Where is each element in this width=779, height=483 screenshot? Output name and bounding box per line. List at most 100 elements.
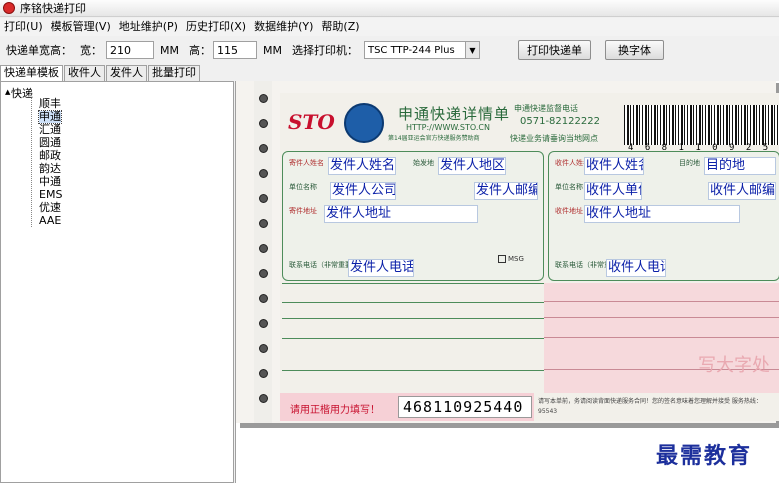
row-divider xyxy=(282,302,544,303)
waybill-paper: STO 申通快递详情单 HTTP://WWW.STO.CN 第14届亚运会官方快… xyxy=(236,81,779,423)
row-divider xyxy=(544,337,779,338)
tree-item-yunda[interactable]: 韵达 xyxy=(39,163,61,175)
perforation-hole xyxy=(259,369,268,378)
tree-item-shentong[interactable]: 申通 xyxy=(38,110,62,124)
recipient-company-label: 单位名称 xyxy=(555,183,583,191)
checkbox-icon[interactable] xyxy=(498,255,506,263)
perforation-hole xyxy=(259,169,268,178)
sender-company-label: 单位名称 xyxy=(289,183,317,191)
tab-recipient[interactable]: 收件人 xyxy=(64,65,105,81)
recipient-phone-field[interactable]: 收件人电话 xyxy=(606,259,666,277)
sender-address-field[interactable]: 发件人地址 xyxy=(324,205,478,223)
printer-select[interactable]: TSC TTP-244 Plus ▼ xyxy=(363,41,480,59)
row-divider xyxy=(544,317,779,318)
waybill-sponsor-note: 第14届亚运会官方快递服务赞助商 xyxy=(388,135,480,142)
sto-logo: STO xyxy=(288,110,335,134)
destination-label: 目的地 xyxy=(679,159,700,167)
large-print-area-label: 写大字处 xyxy=(698,355,770,376)
tree-item-huitong[interactable]: 汇通 xyxy=(39,124,61,136)
menu-print[interactable]: 打印(U) xyxy=(0,18,47,36)
msg-label: MSG xyxy=(508,255,524,263)
recipient-name-field[interactable]: 收件人姓名 xyxy=(584,157,644,175)
tree-item-zhongtong[interactable]: 中通 xyxy=(39,176,61,188)
printer-label: 选择打印机： xyxy=(291,44,358,57)
row-divider xyxy=(282,318,544,319)
tree-connector xyxy=(31,98,32,227)
recipient-address-label: 收件地址 xyxy=(555,207,583,215)
tree-root[interactable]: 快递 xyxy=(11,85,33,101)
toolbar: 快递单宽高： 宽： MM 高： MM 选择打印机： TSC TTP-244 Pl… xyxy=(0,37,779,63)
height-unit: MM xyxy=(262,43,282,57)
service-note: 快递业务请垂询当地网点 xyxy=(510,134,598,143)
tree-item-yousu[interactable]: 优速 xyxy=(39,202,61,214)
perforation-hole xyxy=(259,144,268,153)
perforation-hole xyxy=(259,219,268,228)
height-input[interactable] xyxy=(212,41,257,59)
print-waybill-button[interactable]: 打印快递单 xyxy=(517,40,591,60)
tab-strip: 快递单模板 收件人 发件人 批量打印 xyxy=(0,65,201,81)
size-label: 快递单宽高： xyxy=(6,44,72,57)
perforation-hole xyxy=(259,319,268,328)
chevron-down-icon[interactable]: ▼ xyxy=(464,42,479,58)
sender-company-field[interactable]: 发件人公司 xyxy=(330,182,396,200)
waybill-title: 申通快递详情单 xyxy=(398,105,511,123)
width-input[interactable] xyxy=(106,41,154,59)
row-divider xyxy=(282,338,544,339)
barcode xyxy=(624,105,779,145)
row-divider xyxy=(282,370,544,371)
width-label: 宽： xyxy=(80,44,102,57)
tree-item-shunfeng[interactable]: 顺丰 xyxy=(39,98,61,110)
menu-address-maintain[interactable]: 地址维护(P) xyxy=(115,18,182,36)
watermark: 最需教育 xyxy=(656,443,753,469)
tree-item-youzheng[interactable]: 邮政 xyxy=(39,150,61,162)
tree-collapse-icon[interactable]: ▲ xyxy=(5,88,10,96)
waybill-preview: STO 申通快递详情单 HTTP://WWW.STO.CN 第14届亚运会官方快… xyxy=(235,81,779,483)
menu-template-manage[interactable]: 模板管理(V) xyxy=(47,18,115,36)
change-font-button[interactable]: 换字体 xyxy=(604,40,664,60)
hotline-label: 申通快递监督电话 xyxy=(514,104,578,113)
width-unit: MM xyxy=(160,43,179,57)
height-label: 高： xyxy=(188,44,211,57)
waybill-form: STO 申通快递详情单 HTTP://WWW.STO.CN 第14届亚运会官方快… xyxy=(280,93,779,421)
goods-rows xyxy=(282,283,544,393)
tab-waybill-template[interactable]: 快递单模板 xyxy=(0,65,63,81)
sender-name-label: 寄件人姓名 xyxy=(289,159,324,167)
sender-zip-field[interactable]: 发件人邮编 xyxy=(474,182,538,200)
hotline-number: 0571-82122222 xyxy=(520,116,600,127)
perforation-hole xyxy=(259,344,268,353)
menu-bar: 打印(U) 模板管理(V) 地址维护(P) 历史打印(X) 数据维护(Y) 帮助… xyxy=(0,18,779,36)
tab-batch-print[interactable]: 批量打印 xyxy=(148,65,200,81)
window-title: 序铭快递打印 xyxy=(20,2,86,15)
printer-select-value: TSC TTP-244 Plus xyxy=(367,44,455,56)
asian-games-emblem-icon xyxy=(344,103,384,143)
perforation-hole xyxy=(259,244,268,253)
waybill-number: 468110925440 xyxy=(398,396,532,418)
menu-history-print[interactable]: 历史打印(X) xyxy=(182,18,250,36)
perforation-hole xyxy=(259,269,268,278)
menu-help[interactable]: 帮助(Z) xyxy=(317,18,363,36)
perforation-hole xyxy=(259,119,268,128)
title-bar: 序铭快递打印 xyxy=(0,0,779,17)
recipient-company-field[interactable]: 收件人单位 xyxy=(584,182,642,200)
app-icon xyxy=(3,2,15,14)
sender-area-field[interactable]: 发件人地区 xyxy=(438,157,506,175)
tree-item-aae[interactable]: AAE xyxy=(39,215,61,227)
tree-item-ems[interactable]: EMS xyxy=(39,189,62,201)
msg-checkbox[interactable]: MSG xyxy=(498,255,524,263)
sender-name-field[interactable]: 发件人姓名 xyxy=(328,157,396,175)
destination-field[interactable]: 目的地 xyxy=(704,157,776,175)
contract-note: 请写本单前，务请阅读背面快递服务合同！您的签名意味着您理解并接受 服务热线：95… xyxy=(538,398,762,415)
tab-sender[interactable]: 发件人 xyxy=(106,65,147,81)
perforation-hole xyxy=(259,94,268,103)
recipient-address-field[interactable]: 收件人地址 xyxy=(584,205,740,223)
perforation-hole xyxy=(259,394,268,403)
waybill-url: HTTP://WWW.STO.CN xyxy=(406,123,490,132)
courier-tree[interactable]: ▲ 快递 顺丰 申通 汇通 圆通 邮政 韵达 中通 EMS 优速 AAE xyxy=(0,81,234,483)
fill-instruction: 请用正楷用力填写！ xyxy=(290,405,380,416)
recipient-zip-field[interactable]: 收件人邮编 xyxy=(708,182,776,200)
row-divider xyxy=(544,301,779,302)
menu-data-maintain[interactable]: 数据维护(Y) xyxy=(250,18,317,36)
sender-phone-field[interactable]: 发件人电话 xyxy=(348,259,414,277)
tree-item-yuantong[interactable]: 圆通 xyxy=(39,137,61,149)
origin-label: 始发地 xyxy=(413,159,434,167)
